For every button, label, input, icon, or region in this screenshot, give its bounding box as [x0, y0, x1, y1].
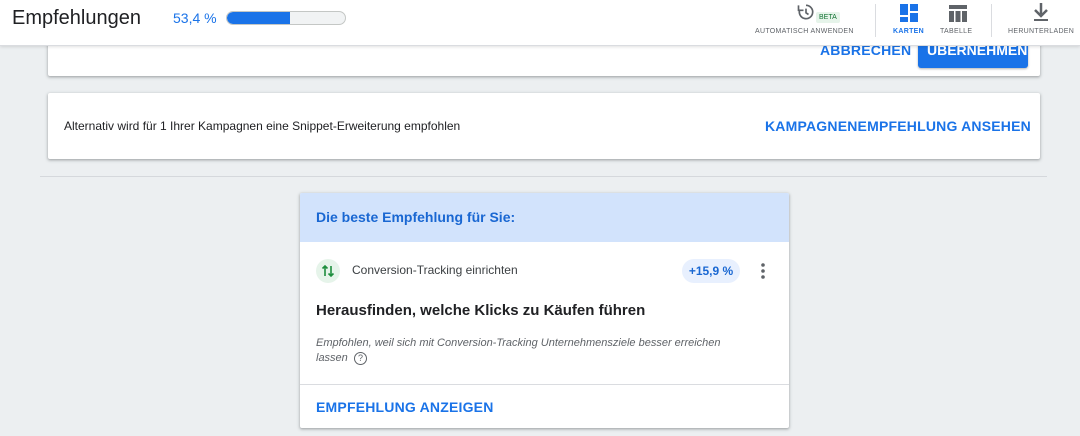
more-vert-icon[interactable]: [755, 261, 771, 281]
table-view-label: TABELLE: [940, 28, 973, 35]
view-recommendation-button[interactable]: EMPFEHLUNG ANZEIGEN: [316, 399, 494, 415]
optimization-score: 53,4 %: [173, 10, 217, 26]
table-view-button[interactable]: TABELLE: [936, 0, 980, 45]
table-view-icon: [949, 5, 967, 22]
cards-view-button[interactable]: KARTEN: [888, 0, 930, 45]
view-campaign-recommendation-link[interactable]: KAMPAGNENEMPFEHLUNG ANSEHEN: [765, 118, 1031, 134]
auto-apply-icon: [797, 4, 814, 20]
conversion-tracking-icon: [316, 259, 340, 283]
best-recommendation-heading: Die beste Empfehlung für Sie:: [316, 209, 516, 225]
uplift-badge: +15,9 %: [682, 259, 740, 283]
optimization-progress-bar: [226, 11, 346, 25]
best-recommendation-card: Die beste Empfehlung für Sie: Conversion…: [300, 193, 789, 428]
toolbar-divider-2: [991, 4, 992, 37]
recommendation-title: Herausfinden, welche Klicks zu Käufen fü…: [316, 302, 646, 319]
download-button[interactable]: HERUNTERLADEN: [1004, 0, 1080, 45]
cards-view-label: KARTEN: [893, 28, 924, 35]
recommendation-category: Conversion-Tracking einrichten: [352, 263, 518, 277]
recommendation-reason-line1: Empfohlen, weil sich mit Conversion-Trac…: [316, 337, 721, 349]
toolbar-divider: [875, 4, 876, 37]
alternative-text: Alternativ wird für 1 Ihrer Kampagnen ei…: [64, 119, 461, 133]
alternative-card: Alternativ wird für 1 Ihrer Kampagnen ei…: [48, 93, 1040, 159]
recommendation-reason-line2: lassen: [316, 352, 348, 364]
download-label: HERUNTERLADEN: [1008, 28, 1075, 35]
page-title: Empfehlungen: [12, 7, 141, 29]
auto-apply-label: AUTOMATISCH ANWENDEN: [755, 28, 854, 35]
section-divider: [40, 176, 1047, 177]
top-bar: Empfehlungen 53,4 % AUTOMATISCH ANWENDEN…: [0, 0, 1080, 46]
auto-apply-button[interactable]: AUTOMATISCH ANWENDEN: [750, 0, 865, 45]
best-recommendation-header: Die beste Empfehlung für Sie:: [300, 193, 789, 242]
download-icon: [1034, 3, 1048, 21]
card-footer-divider: [300, 384, 789, 385]
cards-view-icon: [900, 4, 918, 22]
optimization-progress-fill: [227, 12, 290, 24]
help-icon[interactable]: ?: [354, 352, 367, 365]
beta-badge: BETA: [816, 12, 840, 23]
